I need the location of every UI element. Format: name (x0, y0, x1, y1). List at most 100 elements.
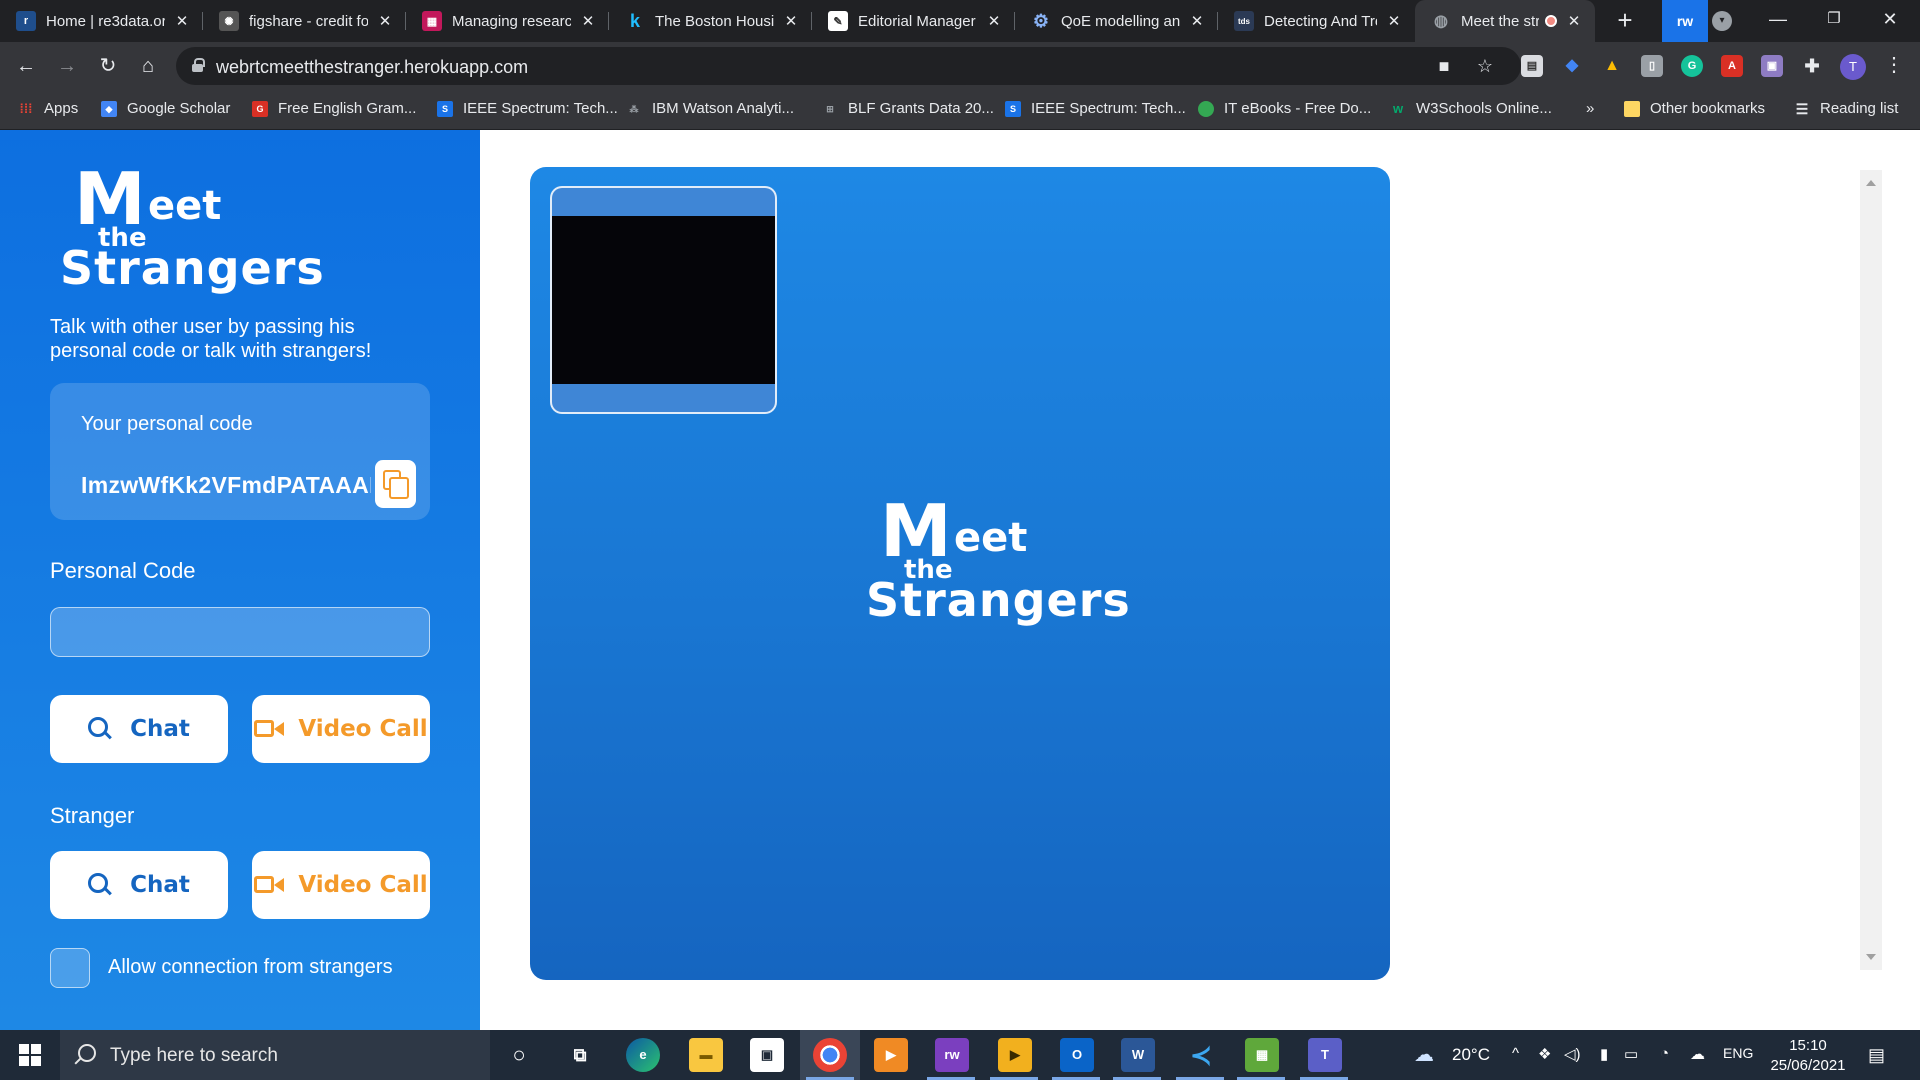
bookmark-apps[interactable]: ⁞⁞⁞ Apps (18, 100, 79, 117)
drive-extension-icon[interactable]: ▲ (1601, 55, 1623, 77)
other-bookmarks-folder[interactable]: Other bookmarks (1624, 100, 1765, 117)
microphone-icon[interactable]: ▮ (1600, 1045, 1608, 1063)
minimize-icon[interactable]: — (1750, 0, 1806, 40)
tab-meet-the-strangers[interactable]: ◍ Meet the stra ✕ (1415, 0, 1595, 42)
tab-qoe-modelling[interactable]: ⚙ QoE modelling an ✕ (1015, 0, 1218, 42)
reading-list-button[interactable]: ☰ Reading list (1794, 100, 1899, 117)
show-hidden-icons-icon[interactable]: ^ (1512, 1045, 1519, 1062)
store-icon[interactable]: ▣ (750, 1038, 784, 1072)
video-camera-icon (254, 719, 285, 739)
chrome-icon[interactable] (813, 1038, 847, 1072)
word-icon[interactable]: W (1121, 1038, 1155, 1072)
camera-in-use-icon[interactable]: ■ (1433, 55, 1455, 77)
allow-strangers-checkbox[interactable] (50, 948, 90, 988)
stranger-chat-button[interactable]: Chat (50, 851, 228, 919)
taskbar-search[interactable]: Type here to search (60, 1030, 490, 1080)
stranger-video-call-button[interactable]: Video Call (252, 851, 430, 919)
messages-scrollbar[interactable] (1860, 170, 1882, 970)
start-button[interactable] (0, 1030, 60, 1080)
clock-date: 25/06/2021 (1770, 1057, 1846, 1074)
tab-detecting[interactable]: tds Detecting And Tre ✕ (1218, 0, 1415, 42)
tab-managing-research[interactable]: ▦ Managing researc ✕ (406, 0, 609, 42)
new-tab-button[interactable]: + (1610, 6, 1640, 36)
back-icon[interactable]: ← (10, 50, 42, 82)
bookmark-ibm-watson[interactable]: ⁂ IBM Watson Analyti... (626, 100, 795, 117)
dropbox-icon[interactable]: ❖ (1538, 1045, 1551, 1063)
close-tab-icon[interactable]: ✕ (173, 12, 191, 30)
profile-avatar[interactable]: T (1840, 54, 1866, 80)
bookmark-it-ebooks[interactable]: IT eBooks - Free Do... (1198, 100, 1371, 117)
presentation-icon[interactable]: ▶ (998, 1038, 1032, 1072)
teams-icon[interactable]: T (1308, 1038, 1342, 1072)
close-tab-icon[interactable]: ✕ (1385, 12, 1403, 30)
personal-code-video-call-button[interactable]: Video Call (252, 695, 430, 763)
bookmark-ieee-spectrum[interactable]: S IEEE Spectrum: Tech... (437, 100, 618, 117)
bookmark-label: Reading list (1820, 100, 1899, 117)
close-window-icon[interactable]: ✕ (1862, 0, 1918, 40)
speaker-icon[interactable]: ◁) (1564, 1045, 1581, 1063)
tab-figshare[interactable]: ✺ figshare - credit fo ✕ (203, 0, 406, 42)
close-tab-icon[interactable]: ✕ (376, 12, 394, 30)
puzzle-icon[interactable]: ✚ (1801, 55, 1823, 77)
battery-icon[interactable]: ▭ (1624, 1045, 1638, 1063)
folder-icon (1624, 100, 1640, 117)
restore-icon[interactable]: ❐ (1806, 0, 1862, 40)
data-icon: ⊞ (826, 103, 834, 114)
tab-editorial-manager[interactable]: ✎ Editorial Manager ✕ (812, 0, 1015, 42)
rw-app-icon[interactable]: rw (935, 1038, 969, 1072)
onedrive-icon[interactable]: ☁ (1690, 1045, 1705, 1063)
pdf-extension-icon[interactable]: A (1721, 55, 1743, 77)
copy-code-button[interactable] (375, 460, 416, 508)
file-explorer-icon[interactable]: ▬ (689, 1038, 723, 1072)
scroll-up-icon[interactable] (1866, 180, 1876, 186)
bookmark-ieee-spectrum-2[interactable]: S IEEE Spectrum: Tech... (1005, 100, 1186, 117)
more-bookmarks-button[interactable]: » (1586, 100, 1594, 117)
media-player-icon[interactable]: ▶ (874, 1038, 908, 1072)
personal-code-chat-button[interactable]: Chat (50, 695, 228, 763)
edge-icon[interactable]: e (626, 1038, 660, 1072)
reload-icon[interactable]: ↻ (92, 50, 124, 82)
bookmark-label: Google Scholar (127, 100, 231, 117)
document-extension-icon[interactable]: ▤ (1521, 55, 1543, 77)
grammarly-extension-icon[interactable]: G (1681, 55, 1703, 77)
ebooks-icon (1198, 100, 1214, 117)
tab-search-icon[interactable]: ▾ (1712, 11, 1732, 31)
url-text[interactable]: webrtcmeetthestranger.herokuapp.com (216, 57, 528, 78)
address-bar[interactable]: webrtcmeetthestranger.herokuapp.com ■ ☆ (176, 47, 1521, 85)
tab-title: Detecting And Tre (1264, 12, 1377, 30)
close-tab-icon[interactable]: ✕ (985, 12, 1003, 30)
forward-icon[interactable]: → (51, 50, 83, 82)
home-icon[interactable]: ⌂ (132, 50, 164, 82)
clock[interactable]: 15:10 25/06/2021 (1766, 1036, 1850, 1076)
office-extension-icon[interactable]: ▯ (1641, 55, 1663, 77)
menu-kebab-icon[interactable]: ⋮ (1884, 52, 1904, 77)
bookmark-free-english-grammar[interactable]: G Free English Gram... (252, 100, 416, 117)
bookmark-w3schools[interactable]: w W3Schools Online... (1390, 100, 1552, 117)
close-tab-icon[interactable]: ✕ (1188, 12, 1206, 30)
bookmark-blf-grants[interactable]: ⊞ BLF Grants Data 20... (822, 100, 994, 117)
close-tab-icon[interactable]: ✕ (782, 12, 800, 30)
button-label: Video Call (298, 716, 428, 742)
weather-temperature[interactable]: 20°C (1452, 1045, 1490, 1065)
notifications-icon[interactable]: ▤ (1868, 1045, 1885, 1066)
vscode-icon[interactable]: ≺ (1184, 1038, 1218, 1072)
outlook-icon[interactable]: O (1060, 1038, 1094, 1072)
close-tab-icon[interactable]: ✕ (1565, 12, 1583, 30)
tab-re3data[interactable]: r Home | re3data.or ✕ (0, 0, 203, 42)
language-indicator[interactable]: ENG (1723, 1045, 1753, 1061)
rw-extension-icon[interactable]: rw (1662, 0, 1708, 42)
screenshot-extension-icon[interactable]: ▣ (1761, 55, 1783, 77)
tab-boston-housing[interactable]: k The Boston Housi ✕ (609, 0, 812, 42)
bookmark-google-scholar[interactable]: ◆ Google Scholar (101, 100, 230, 117)
cortana-icon[interactable]: ○ (502, 1038, 536, 1072)
spreadsheet-icon[interactable]: ▦ (1245, 1038, 1279, 1072)
research-icon: ▦ (422, 11, 442, 31)
scroll-down-icon[interactable] (1866, 954, 1876, 960)
scholar-extension-icon[interactable]: ◆ (1561, 55, 1583, 77)
wifi-icon[interactable]: ◔ (1660, 1045, 1669, 1062)
bookmark-star-icon[interactable]: ☆ (1474, 55, 1496, 77)
weather-cloud-icon[interactable]: ☁ (1414, 1042, 1434, 1067)
task-view-icon[interactable]: ⧉ (563, 1038, 597, 1072)
close-tab-icon[interactable]: ✕ (579, 12, 597, 30)
personal-code-input[interactable] (50, 607, 430, 657)
